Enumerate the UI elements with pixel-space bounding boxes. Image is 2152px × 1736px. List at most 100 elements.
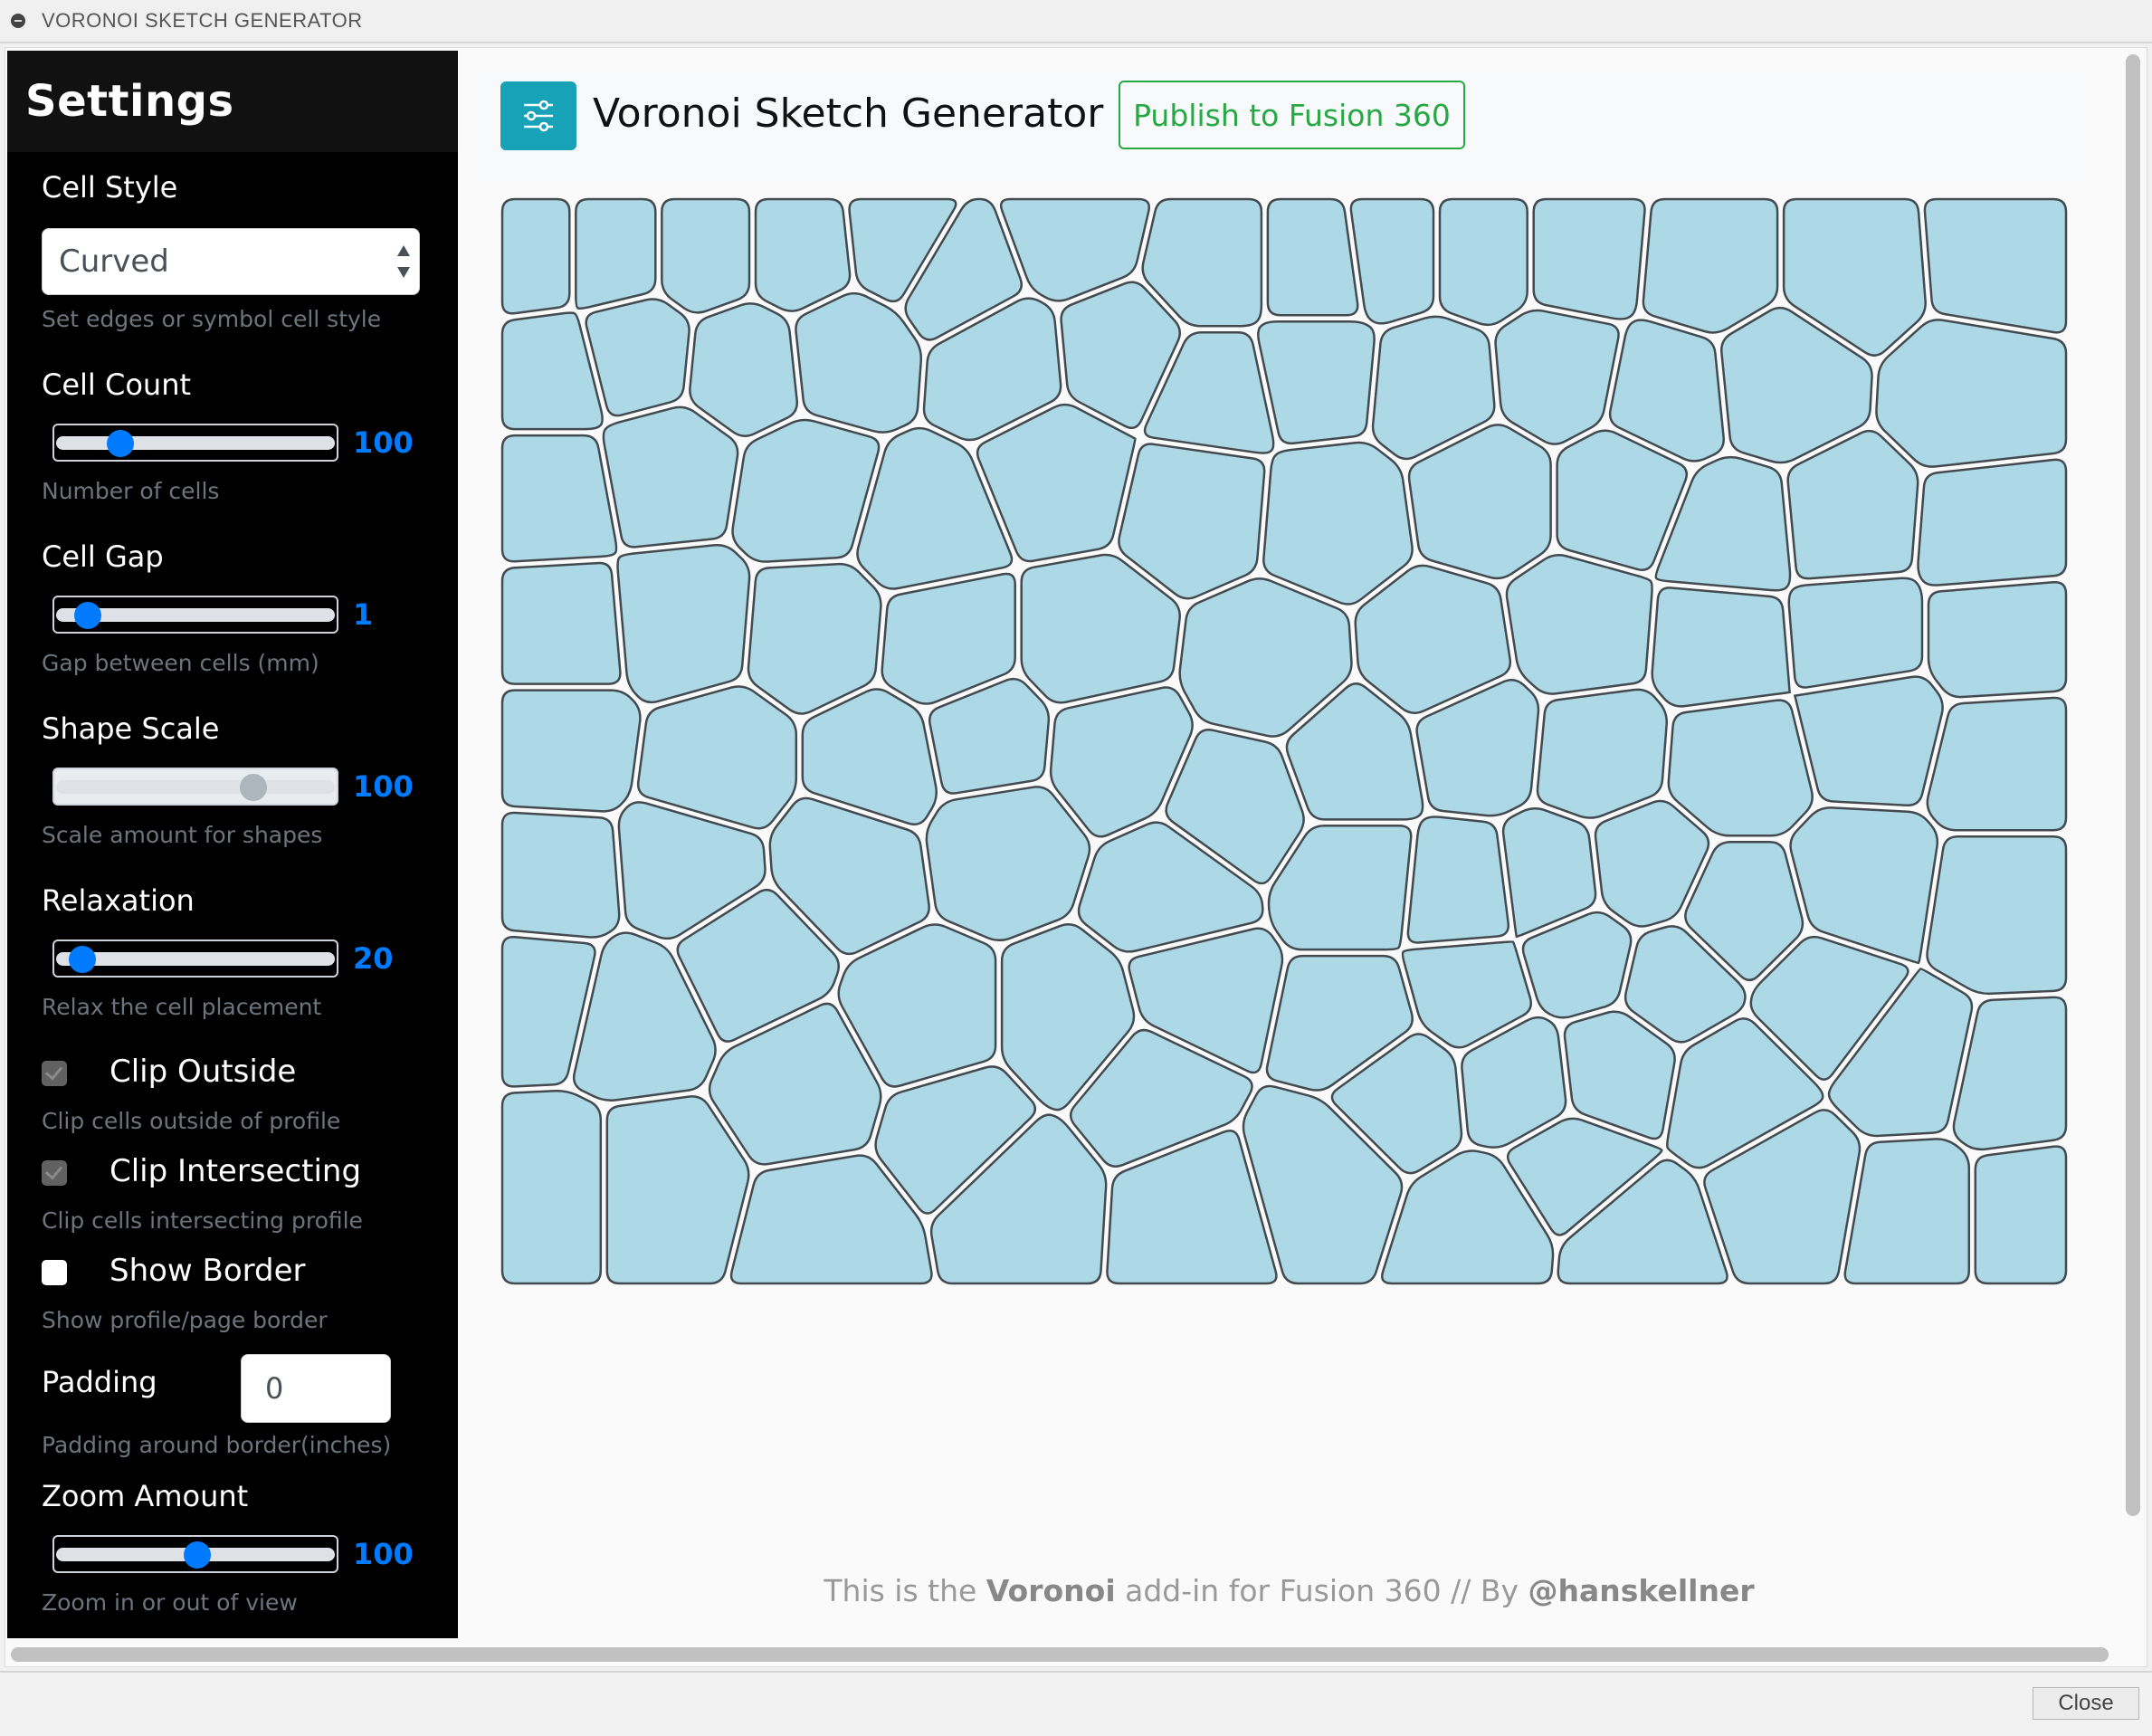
- cell-count-label: Cell Count: [42, 367, 192, 402]
- zoom-amount-label: Zoom Amount: [42, 1479, 249, 1513]
- cell-count-slider[interactable]: [52, 424, 338, 462]
- cell-style-value: Curved: [59, 243, 169, 280]
- voronoi-cell: [1926, 696, 2068, 832]
- window-title: VORONOI SKETCH GENERATOR: [42, 9, 363, 32]
- slider-track: [56, 952, 335, 966]
- shape-scale-value: 100: [353, 769, 414, 804]
- voronoi-cell: [500, 689, 642, 813]
- show-border-label: Show Border: [110, 1253, 306, 1289]
- voronoi-cell: [795, 291, 923, 434]
- voronoi-cell: [1642, 197, 1779, 334]
- voronoi-cell: [500, 811, 621, 939]
- footer-middle: add-in for Fusion 360 // By: [1115, 1573, 1528, 1608]
- voronoi-cell: [1875, 319, 2068, 468]
- voronoi-cell: [1266, 197, 1359, 317]
- voronoi-cell: [1917, 458, 2068, 587]
- slider-thumb[interactable]: [240, 774, 268, 801]
- voronoi-cell: [1974, 1145, 2068, 1285]
- window-titlebar: VORONOI SKETCH GENERATOR: [0, 0, 2152, 43]
- voronoi-cell: [754, 197, 852, 312]
- voronoi-cell: [1505, 554, 1653, 695]
- clip-intersecting-label: Clip Intersecting: [110, 1153, 362, 1189]
- voronoi-cell: [689, 302, 799, 437]
- shape-scale-slider[interactable]: [52, 768, 338, 806]
- cell-gap-slider[interactable]: [52, 596, 338, 634]
- show-border-checkbox[interactable]: [42, 1260, 67, 1285]
- slider-track: [56, 436, 335, 450]
- voronoi-cell: [1494, 309, 1620, 445]
- close-button[interactable]: Close: [2033, 1687, 2139, 1720]
- shape-scale-hint: Scale amount for shapes: [42, 822, 323, 848]
- cell-gap-label: Cell Gap: [42, 539, 164, 574]
- slider-thumb[interactable]: [184, 1541, 211, 1569]
- cell-count-hint: Number of cells: [42, 478, 220, 504]
- voronoi-cell: [1793, 675, 1944, 806]
- shape-scale-label: Shape Scale: [42, 711, 220, 746]
- zoom-amount-value: 100: [353, 1537, 414, 1571]
- clip-intersecting-hint: Clip cells intersecting profile: [42, 1207, 363, 1234]
- select-updown-icon: [397, 245, 410, 278]
- voronoi-cell: [1927, 581, 2068, 699]
- voronoi-cell: [1787, 577, 1924, 689]
- clip-outside-hint: Clip cells outside of profile: [42, 1108, 341, 1134]
- voronoi-cell: [1843, 1138, 1971, 1285]
- relaxation-hint: Relax the cell placement: [42, 994, 322, 1020]
- voronoi-cell: [500, 434, 618, 563]
- relaxation-value: 20: [353, 941, 394, 976]
- voronoi-cell: [1532, 197, 1646, 320]
- zoom-amount-hint: Zoom in or out of view: [42, 1589, 298, 1616]
- voronoi-cell: [500, 197, 571, 315]
- slider-track: [56, 780, 335, 794]
- vertical-scrollbar[interactable]: [2126, 54, 2140, 1516]
- voronoi-cell: [1438, 197, 1528, 327]
- voronoi-cell: [585, 298, 690, 417]
- voronoi-cell: [1406, 816, 1510, 944]
- voronoi-canvas[interactable]: [497, 194, 2071, 1289]
- padding-value: 0: [265, 1371, 284, 1406]
- relaxation-slider[interactable]: [52, 940, 338, 978]
- padding-input[interactable]: 0: [241, 1354, 391, 1423]
- voronoi-cell: [1926, 835, 2068, 996]
- cell-count-value: 100: [353, 425, 414, 460]
- settings-title: Settings: [25, 76, 234, 127]
- clip-intersecting-checkbox[interactable]: [42, 1160, 67, 1186]
- footer-author[interactable]: @hanskellner: [1528, 1573, 1755, 1608]
- voronoi-cell: [731, 418, 881, 563]
- clip-outside-label: Clip Outside: [110, 1054, 297, 1090]
- voronoi-cell: [1349, 197, 1435, 325]
- settings-header: Settings: [7, 51, 458, 152]
- voronoi-cell: [1257, 320, 1376, 445]
- horizontal-scrollbar[interactable]: [11, 1647, 2109, 1662]
- publish-button[interactable]: Publish to Fusion 360: [1119, 81, 1465, 149]
- padding-label: Padding: [42, 1365, 157, 1399]
- window-minimize-icon[interactable]: [11, 14, 25, 28]
- dialog-button-bar: [0, 1671, 2152, 1736]
- voronoi-cell: [1923, 197, 2068, 334]
- clip-outside-checkbox[interactable]: [42, 1061, 67, 1086]
- voronoi-cell: [602, 405, 739, 548]
- cell-style-hint: Set edges or symbol cell style: [42, 306, 382, 332]
- voronoi-cell: [1651, 587, 1791, 708]
- voronoi-cell: [925, 786, 1091, 942]
- sliders-icon: [500, 81, 576, 150]
- footer-credit: This is the Voronoi add-in for Fusion 36…: [459, 1573, 2119, 1608]
- voronoi-cell: [1262, 441, 1414, 606]
- cell-style-select[interactable]: Curved: [42, 228, 420, 295]
- voronoi-cell: [575, 197, 657, 310]
- slider-thumb[interactable]: [107, 430, 135, 457]
- settings-sidebar: Settings Cell Style Curved Set edges or …: [7, 51, 458, 1638]
- show-border-hint: Show profile/page border: [42, 1307, 328, 1333]
- cell-gap-hint: Gap between cells (mm): [42, 650, 319, 676]
- zoom-amount-slider[interactable]: [52, 1535, 338, 1573]
- slider-thumb[interactable]: [73, 602, 101, 629]
- footer-voronoi: Voronoi: [986, 1573, 1116, 1608]
- voronoi-cell: [661, 197, 751, 314]
- voronoi-cell: [500, 1089, 603, 1285]
- main-panel: Voronoi Sketch Generator Publish to Fusi…: [459, 51, 2119, 1638]
- app-title: Voronoi Sketch Generator: [593, 91, 1104, 137]
- cell-style-label: Cell Style: [42, 170, 178, 205]
- footer-prefix: This is the: [824, 1573, 986, 1608]
- voronoi-cell: [500, 561, 622, 685]
- voronoi-cell: [1667, 699, 1814, 837]
- slider-thumb[interactable]: [69, 946, 97, 973]
